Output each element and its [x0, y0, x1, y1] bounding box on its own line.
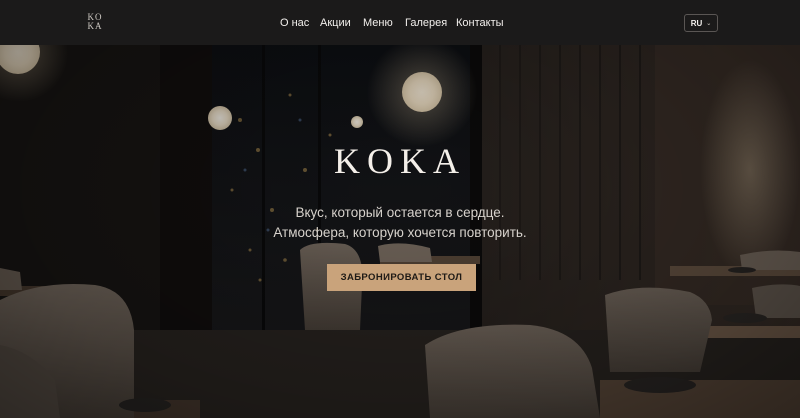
- tagline-line-1: Вкус, который остается в сердце.: [295, 205, 505, 220]
- language-selector[interactable]: RU ⌄: [684, 14, 718, 32]
- hero-tagline: Вкус, который остается в сердце. Атмосфе…: [0, 203, 800, 243]
- nav-item-promotions[interactable]: Акции: [311, 17, 360, 29]
- tagline-line-2: Атмосфера, которую хочется повторить.: [273, 225, 527, 240]
- koka-logo[interactable]: KO KA: [86, 13, 104, 33]
- language-label: RU: [690, 18, 703, 28]
- nav-item-menu[interactable]: Меню: [354, 17, 402, 29]
- chevron-down-icon: ⌄: [706, 20, 712, 27]
- site-header: KO KA О нас Акции Меню Галерея Контакты …: [0, 0, 800, 45]
- main-nav: О нас Акции Меню Галерея Контакты: [0, 0, 800, 45]
- nav-item-contacts[interactable]: Контакты: [447, 17, 513, 29]
- hero-title: KOKA: [334, 141, 466, 181]
- logo-line-2: KA: [87, 21, 103, 31]
- book-table-button[interactable]: ЗАБРОНИРОВАТЬ СТОЛ: [327, 264, 476, 291]
